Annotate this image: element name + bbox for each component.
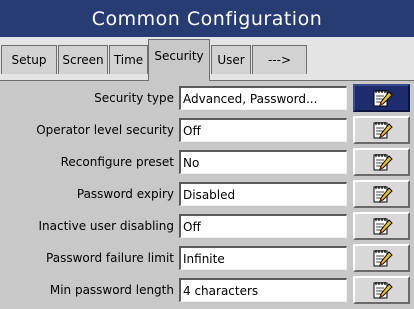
common-configuration-window: Common Configuration Setup Screen Time S…	[0, 0, 414, 309]
tab-user[interactable]: User	[211, 45, 251, 74]
inactive-user-disabling-field[interactable]: Off	[179, 214, 347, 238]
setting-row-reconfigure-preset: Reconfigure preset No	[0, 145, 414, 179]
notepad-pencil-icon	[371, 119, 393, 141]
setting-row-min-password-length: Min password length 4 characters	[0, 273, 414, 307]
setting-row-security-type: Security type Advanced, Password...	[0, 81, 414, 115]
security-type-field[interactable]: Advanced, Password...	[179, 86, 347, 110]
password-failure-limit-field[interactable]: Infinite	[179, 246, 347, 270]
setting-row-password-failure-limit: Password failure limit Infinite	[0, 241, 414, 275]
notepad-pencil-icon	[371, 183, 393, 205]
edit-min-password-length-button[interactable]	[353, 276, 410, 304]
tab-more[interactable]: --->	[252, 45, 307, 74]
setting-label: Operator level security	[36, 123, 174, 137]
window-title: Common Configuration	[0, 0, 414, 37]
tab-time[interactable]: Time	[109, 45, 148, 74]
setting-label: Password expiry	[76, 187, 174, 201]
edit-password-failure-limit-button[interactable]	[353, 244, 410, 272]
tab-strip: Setup Screen Time Security User --->	[0, 37, 414, 82]
edit-reconfigure-preset-button[interactable]	[353, 148, 410, 176]
setting-row-operator-level-security: Operator level security Off	[0, 113, 414, 147]
setting-row-inactive-user-disabling: Inactive user disabling Off	[0, 209, 414, 243]
notepad-pencil-icon	[371, 247, 393, 269]
setting-label: Min password length	[49, 283, 174, 297]
edit-security-type-button[interactable]	[353, 84, 410, 112]
edit-password-expiry-button[interactable]	[353, 180, 410, 208]
notepad-pencil-icon	[371, 215, 393, 237]
setting-label: Password failure limit	[46, 251, 174, 265]
setting-label: Inactive user disabling	[38, 219, 175, 233]
notepad-pencil-icon	[371, 279, 393, 301]
notepad-pencil-icon	[371, 87, 393, 109]
notepad-pencil-icon	[371, 151, 393, 173]
tab-screen[interactable]: Screen	[58, 45, 108, 74]
edit-inactive-user-disabling-button[interactable]	[353, 212, 410, 240]
password-expiry-field[interactable]: Disabled	[179, 182, 347, 206]
reconfigure-preset-field[interactable]: No	[179, 150, 347, 174]
min-password-length-field[interactable]: 4 characters	[179, 278, 347, 302]
tab-security[interactable]: Security	[148, 39, 210, 82]
setting-label: Security type	[94, 91, 174, 105]
setting-row-password-expiry: Password expiry Disabled	[0, 177, 414, 211]
tab-setup[interactable]: Setup	[1, 45, 57, 74]
operator-level-security-field[interactable]: Off	[179, 118, 347, 142]
setting-label: Reconfigure preset	[60, 155, 174, 169]
edit-operator-level-security-button[interactable]	[353, 116, 410, 144]
